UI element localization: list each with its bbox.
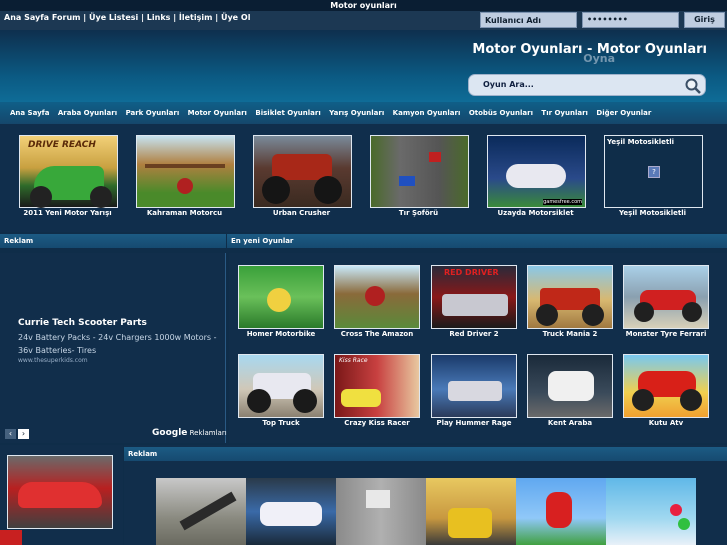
game-caption[interactable]: Cross The Amazon bbox=[327, 330, 427, 338]
toplink-members[interactable]: Üye Listesi bbox=[89, 13, 138, 22]
toplink-links[interactable]: Links bbox=[147, 13, 171, 22]
window-title: Motor oyunları bbox=[0, 0, 727, 11]
nav-item-park-games[interactable]: Park Oyunları bbox=[126, 109, 180, 117]
reklam-header: Reklam bbox=[0, 234, 226, 248]
ad-prev-button[interactable]: ‹ bbox=[5, 429, 16, 439]
featured-thumb[interactable]: DRIVE REACH bbox=[19, 135, 118, 208]
red-corner-badge bbox=[0, 530, 22, 545]
search-icon[interactable] bbox=[684, 77, 702, 95]
nav-item-bus-games[interactable]: Otobüs Oyunları bbox=[469, 109, 533, 117]
game-thumb-logo: Kiss Race bbox=[339, 357, 368, 364]
featured-thumb[interactable] bbox=[370, 135, 469, 208]
featured-thumb-watermark: gamesfree.com bbox=[543, 199, 582, 205]
nav-item-bike-games[interactable]: Bisiklet Oyunları bbox=[255, 109, 320, 117]
page-title: Motor Oyunları - Motor Oyunları bbox=[472, 42, 707, 57]
toplink-contact[interactable]: İletişim bbox=[179, 13, 213, 22]
ad-game-thumb[interactable] bbox=[606, 478, 696, 545]
game-thumb-logo: RED DRIVER bbox=[444, 268, 499, 277]
newest-header: En yeni Oyunlar bbox=[227, 234, 727, 248]
featured-thumb-alt: Yeşil Motosikletli bbox=[607, 138, 675, 146]
featured-thumb[interactable] bbox=[136, 135, 235, 208]
ad-game-thumb[interactable] bbox=[246, 478, 336, 545]
top-links: Ana Sayfa Forum | Üye Listesi | Links | … bbox=[4, 13, 251, 22]
game-caption[interactable]: Truck Mania 2 bbox=[520, 330, 620, 338]
featured-caption[interactable]: Yeşil Motosikletli bbox=[594, 209, 711, 217]
game-thumb[interactable] bbox=[334, 265, 420, 329]
game-thumb[interactable] bbox=[623, 265, 709, 329]
google-logo: Google bbox=[152, 428, 188, 438]
reklam2-header: Reklam bbox=[124, 447, 727, 461]
nav-item-car-games[interactable]: Araba Oyunları bbox=[58, 109, 117, 117]
ad-title[interactable]: Currie Tech Scooter Parts bbox=[18, 318, 147, 328]
game-thumb[interactable]: RED DRIVER bbox=[431, 265, 517, 329]
broken-image-icon: ? bbox=[648, 166, 660, 178]
nav-item-tir-games[interactable]: Tır Oyunları bbox=[541, 109, 588, 117]
featured-thumb-broken[interactable]: Yeşil Motosikletli ? bbox=[604, 135, 703, 208]
toplink-forum[interactable]: Forum bbox=[52, 13, 81, 22]
featured-thumb-logo: DRIVE REACH bbox=[28, 140, 96, 150]
ad-game-thumb[interactable] bbox=[336, 478, 426, 545]
game-caption[interactable]: Crazy Kiss Racer bbox=[327, 419, 427, 427]
toplink-register[interactable]: Üye Ol bbox=[221, 13, 250, 22]
featured-thumb[interactable]: gamesfree.com bbox=[487, 135, 586, 208]
username-input[interactable]: Kullanıcı Adı bbox=[480, 12, 577, 28]
ad-next-button[interactable]: › bbox=[18, 429, 29, 439]
game-thumb[interactable] bbox=[431, 354, 517, 418]
toplink-home[interactable]: Ana Sayfa bbox=[4, 13, 49, 22]
featured-caption[interactable]: Tır Şoförü bbox=[360, 209, 477, 217]
login-button[interactable]: Giriş Yap bbox=[684, 12, 725, 38]
game-caption[interactable]: Homer Motorbike bbox=[231, 330, 331, 338]
game-thumb[interactable] bbox=[527, 354, 613, 418]
nav-item-race-games[interactable]: Yarış Oyunları bbox=[329, 109, 384, 117]
ad-description: 24v Battery Packs - 24v Chargers 1000w M… bbox=[18, 333, 217, 355]
ad-url[interactable]: www.thesuperkids.com bbox=[18, 357, 88, 364]
search-input[interactable]: Oyun Ara... bbox=[468, 74, 706, 96]
game-caption[interactable]: Play Hummer Rage bbox=[424, 419, 524, 427]
game-caption[interactable]: Kutu Atv bbox=[616, 419, 716, 427]
game-caption[interactable]: Monster Tyre Ferrari bbox=[616, 330, 716, 338]
nav-item-other-games[interactable]: Diğer Oyunlar bbox=[596, 109, 651, 117]
main-nav: Ana Sayfa Araba Oyunları Park Oyunları M… bbox=[0, 102, 727, 124]
featured-thumb[interactable] bbox=[253, 135, 352, 208]
ad-game-thumb[interactable] bbox=[156, 478, 246, 545]
featured-caption[interactable]: Uzayda Motorsiklet bbox=[477, 209, 594, 217]
nav-item-motor-games[interactable]: Motor Oyunları bbox=[188, 109, 247, 117]
game-thumb[interactable] bbox=[623, 354, 709, 418]
nav-item-home[interactable]: Ana Sayfa bbox=[10, 109, 49, 117]
game-caption[interactable]: Kent Araba bbox=[520, 419, 620, 427]
game-thumb[interactable] bbox=[238, 265, 324, 329]
featured-caption[interactable]: Urban Crusher bbox=[243, 209, 360, 217]
ad-google-label[interactable]: Google Reklamları bbox=[152, 428, 227, 438]
game-thumb[interactable] bbox=[527, 265, 613, 329]
game-caption[interactable]: Top Truck bbox=[231, 419, 331, 427]
game-caption[interactable]: Red Driver 2 bbox=[424, 330, 524, 338]
bottom-game-thumb[interactable] bbox=[7, 455, 113, 529]
ad-google-text: Reklamları bbox=[189, 429, 227, 437]
featured-caption[interactable]: 2011 Yeni Motor Yarışı bbox=[9, 209, 126, 217]
password-input[interactable]: •••••••• bbox=[582, 12, 679, 28]
game-thumb[interactable]: Kiss Race bbox=[334, 354, 420, 418]
featured-caption[interactable]: Kahraman Motorcu bbox=[126, 209, 243, 217]
page-root: Motor oyunları Ana Sayfa Forum | Üye Lis… bbox=[0, 0, 727, 545]
nav-item-truck-games[interactable]: Kamyon Oyunları bbox=[393, 109, 461, 117]
game-thumb[interactable] bbox=[238, 354, 324, 418]
ad-game-thumb[interactable] bbox=[516, 478, 606, 545]
ad-game-thumb[interactable] bbox=[426, 478, 516, 545]
